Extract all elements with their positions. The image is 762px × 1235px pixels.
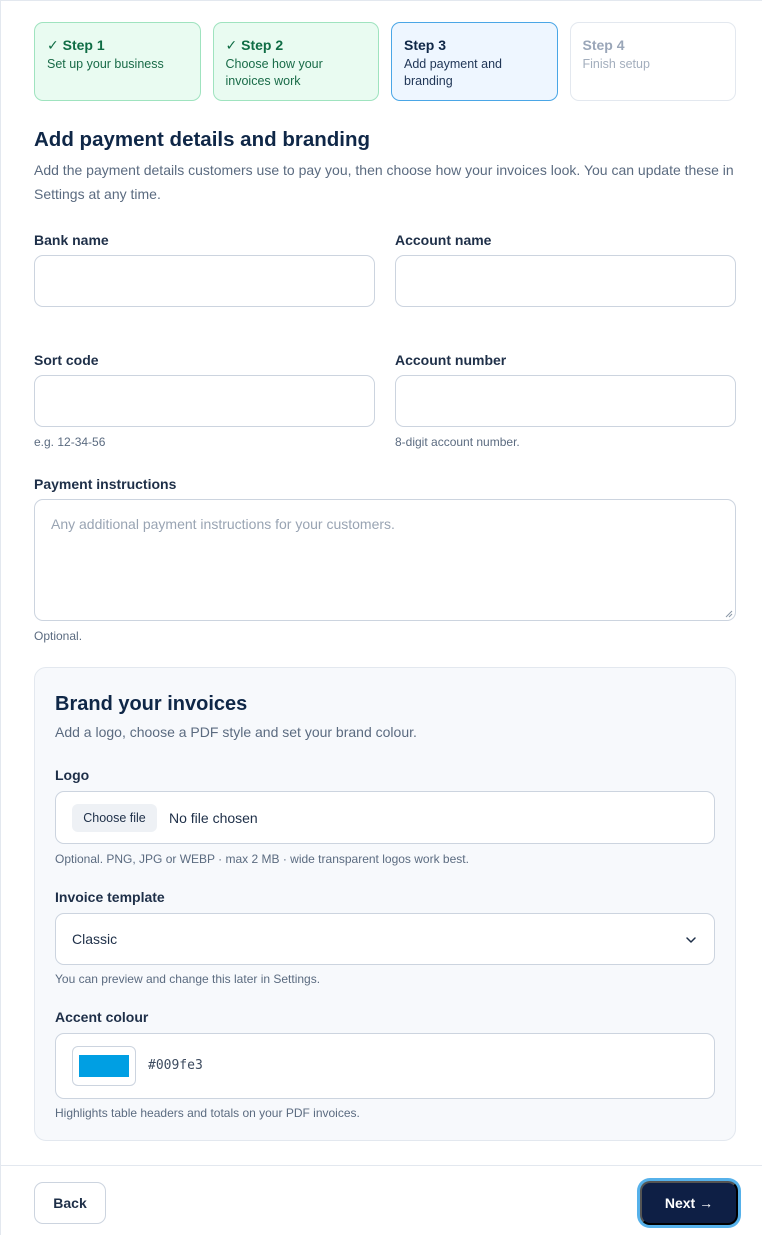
back-button[interactable]: Back [34, 1182, 106, 1224]
accent-label: Accent colour [55, 1009, 149, 1025]
step-indicator: ✓ Step 1 Set up your business ✓ Step 2 C… [34, 22, 736, 101]
template-selected-value: Classic [72, 931, 118, 947]
sort-code-label: Sort code [34, 352, 99, 368]
sort-code-input[interactable] [34, 375, 375, 427]
page-intro: Add the payment details customers use to… [34, 162, 734, 202]
payment-instructions-label: Payment instructions [34, 476, 177, 492]
chevron-down-icon [686, 937, 696, 943]
step-1-description: Set up your business [47, 57, 164, 71]
payment-instructions-hint: Optional. [34, 629, 83, 643]
colour-swatch [79, 1055, 129, 1077]
logo-hint: Optional. PNG, JPG or WEBP · max 2 MB · … [55, 852, 469, 866]
bank-name-input[interactable] [34, 255, 375, 307]
sort-code-hint: e.g. 12-34-56 [34, 435, 106, 449]
choose-file-button[interactable]: Choose file [72, 804, 157, 832]
accent-hint: Highlights table headers and totals on y… [55, 1106, 360, 1120]
account-name-input[interactable] [395, 255, 736, 307]
step-2[interactable]: ✓ Step 2 Choose how your invoices work [212, 22, 379, 101]
account-number-hint: 8-digit account number. [395, 435, 520, 449]
payment-instructions-textarea[interactable]: Any additional payment instructions for … [34, 499, 736, 621]
colour-picker-button[interactable] [72, 1046, 136, 1086]
page-title: Add payment details and branding [34, 128, 371, 151]
brand-panel-title: Brand your invoices [55, 693, 248, 715]
template-select[interactable]: Classic [55, 913, 715, 965]
payment-instructions-placeholder: Any additional payment instructions for … [51, 516, 395, 532]
step-4-description: Finish setup [582, 57, 650, 71]
logo-file-input[interactable]: Choose file No file chosen [55, 791, 715, 844]
step-3-title: Step 3 [404, 37, 447, 53]
resize-handle-icon[interactable] [725, 610, 733, 618]
logo-label: Logo [55, 767, 90, 783]
step-3: Step 3 Add payment and branding [391, 22, 558, 101]
next-button[interactable]: Next → [640, 1181, 738, 1225]
step-1-title: ✓ Step 1 [47, 37, 105, 53]
accent-colour-field: #009fe3 [55, 1033, 715, 1099]
step-4: Step 4 Finish setup [569, 22, 736, 101]
step-2-title: ✓ Step 2 [225, 37, 284, 53]
accent-hex-value[interactable]: #009fe3 [148, 1058, 203, 1073]
brand-panel: Brand your invoices Add a logo, choose a… [34, 667, 736, 1141]
account-name-label: Account name [395, 232, 492, 248]
step-4-title: Step 4 [582, 37, 625, 53]
brand-panel-subtitle: Add a logo, choose a PDF style and set y… [55, 724, 417, 740]
file-status: No file chosen [169, 810, 258, 826]
step-3-description: Add payment and branding [404, 57, 502, 88]
footer-divider [0, 1165, 762, 1166]
account-number-label: Account number [395, 352, 507, 368]
step-1[interactable]: ✓ Step 1 Set up your business [34, 22, 201, 101]
bank-name-label: Bank name [34, 232, 109, 248]
template-label: Invoice template [55, 889, 165, 905]
step-2-description: Choose how your invoices work [225, 57, 323, 88]
template-hint: You can preview and change this later in… [55, 972, 321, 986]
account-number-input[interactable] [395, 375, 736, 427]
